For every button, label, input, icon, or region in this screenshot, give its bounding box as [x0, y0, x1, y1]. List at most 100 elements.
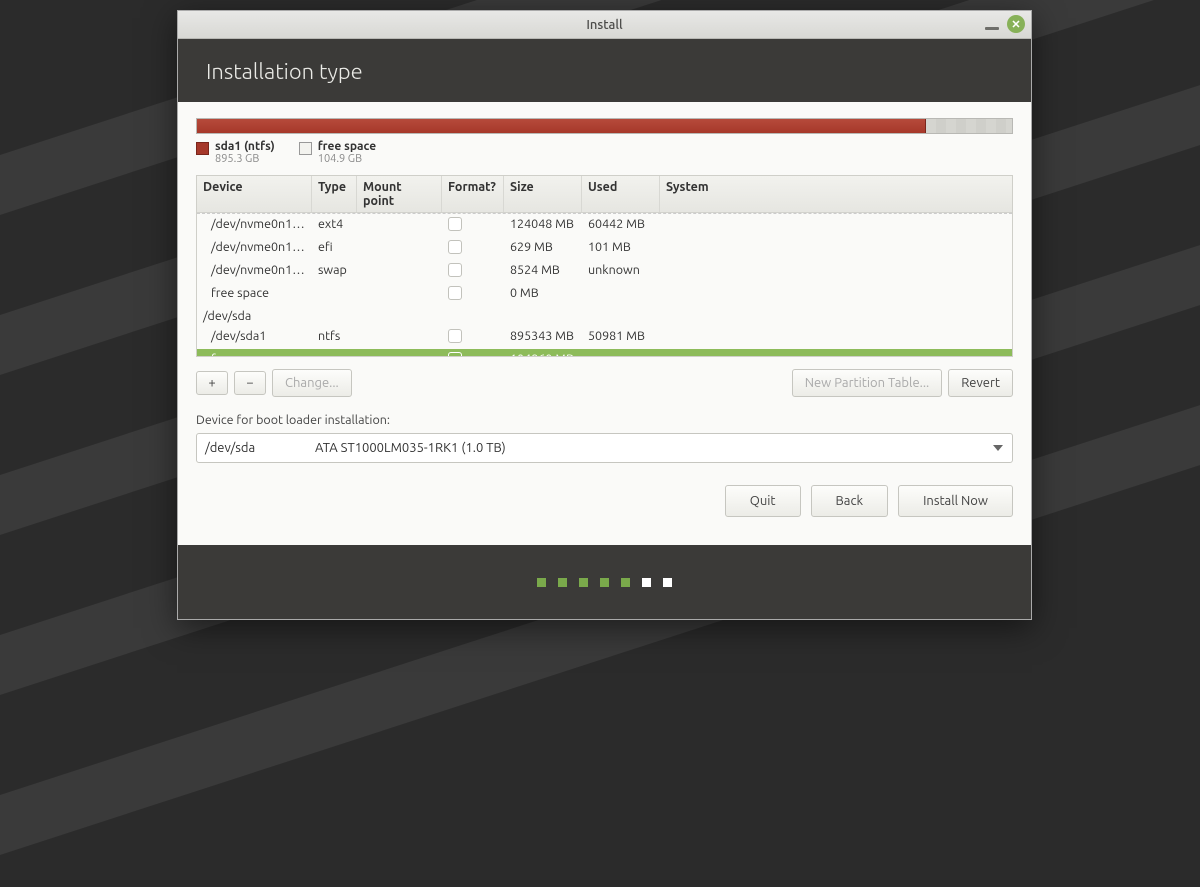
content-area: sda1 (ntfs) 895.3 GB free space 104.9 GB… — [178, 102, 1031, 545]
install-now-button[interactable]: Install Now — [898, 485, 1013, 517]
cell: free space — [197, 349, 312, 356]
disk-usage-bar — [196, 118, 1013, 134]
close-icon[interactable]: ✕ — [1007, 15, 1025, 33]
cell: 60442 MB — [582, 214, 660, 237]
cell: 101 MB — [582, 237, 660, 260]
nav-buttons: Quit Back Install Now — [196, 485, 1013, 517]
progress-dot — [558, 578, 567, 587]
cell — [312, 349, 357, 356]
legend-label: free space — [318, 140, 376, 153]
format-cell — [442, 326, 504, 349]
cell: ext4 — [312, 214, 357, 237]
cell: 895343 MB — [504, 326, 582, 349]
progress-dot — [600, 578, 609, 587]
table-header: Device Type Mount point Format? Size Use… — [197, 176, 1012, 213]
format-checkbox[interactable] — [448, 352, 462, 356]
minimize-icon[interactable] — [985, 27, 999, 30]
change-partition-button[interactable]: Change... — [272, 369, 352, 397]
format-cell — [442, 237, 504, 260]
col-type: Type — [312, 176, 357, 212]
new-partition-table-button[interactable]: New Partition Table... — [792, 369, 943, 397]
cell: free space — [197, 283, 312, 306]
back-button[interactable]: Back — [811, 485, 889, 517]
progress-dot — [663, 578, 672, 587]
cell: /dev/sda — [197, 306, 312, 326]
revert-button[interactable]: Revert — [948, 369, 1013, 397]
boot-desc: ATA ST1000LM035-1RK1 (1.0 TB) — [307, 441, 984, 455]
progress-dot — [537, 578, 546, 587]
progress-dot — [579, 578, 588, 587]
cell — [504, 306, 582, 326]
cell: ntfs — [312, 326, 357, 349]
table-row[interactable]: /dev/nvme0n1p8swap 8524 MBunknown — [197, 260, 1012, 283]
cell: 629 MB — [504, 237, 582, 260]
cell: 50981 MB — [582, 326, 660, 349]
cell — [312, 306, 357, 326]
table-row[interactable]: /dev/sda1ntfs 895343 MB50981 MB — [197, 326, 1012, 349]
col-size: Size — [504, 176, 582, 212]
cell — [660, 306, 1012, 326]
cell — [660, 260, 1012, 283]
add-partition-button[interactable]: + — [196, 371, 228, 395]
cell — [582, 349, 660, 356]
col-used: Used — [582, 176, 660, 212]
cell: efi — [312, 237, 357, 260]
cell — [660, 283, 1012, 306]
cell — [357, 326, 442, 349]
table-row[interactable]: /dev/nvme0n1p7ext4 124048 MB60442 MB — [197, 213, 1012, 237]
cell: swap — [312, 260, 357, 283]
cell — [357, 237, 442, 260]
col-system: System — [660, 176, 1012, 212]
format-cell — [442, 283, 504, 306]
boot-loader-select[interactable]: /dev/sda ATA ST1000LM035-1RK1 (1.0 TB) — [196, 433, 1013, 463]
format-cell — [442, 349, 504, 356]
cell: 104860 MB — [504, 349, 582, 356]
cell — [357, 214, 442, 237]
cell: 124048 MB — [504, 214, 582, 237]
boot-device: /dev/sda — [197, 441, 307, 455]
cell — [582, 306, 660, 326]
cell — [357, 260, 442, 283]
installer-window: Install ✕ Installation type sda1 (ntfs) … — [177, 10, 1032, 620]
table-row[interactable]: free space 104860 MB — [197, 349, 1012, 356]
cell — [660, 237, 1012, 260]
legend-size: 895.3 GB — [215, 153, 275, 165]
disk-legend: sda1 (ntfs) 895.3 GB free space 104.9 GB — [196, 140, 1013, 165]
cell: /dev/sda1 — [197, 326, 312, 349]
window-title: Install — [586, 18, 622, 32]
format-cell — [442, 214, 504, 237]
cell: /dev/nvme0n1p8 — [197, 260, 312, 283]
quit-button[interactable]: Quit — [725, 485, 801, 517]
cell — [660, 326, 1012, 349]
table-body[interactable]: /dev/nvme0n1p7ext4 124048 MB60442 MB/dev/… — [197, 213, 1012, 356]
page-title: Installation type — [178, 39, 1031, 102]
table-row[interactable]: /dev/nvme0n1p9efi629 MB101 MB — [197, 237, 1012, 260]
cell — [357, 283, 442, 306]
format-cell — [442, 306, 504, 326]
cell — [660, 214, 1012, 237]
legend-chip-icon — [299, 142, 312, 155]
partition-toolbar: + − Change... New Partition Table... Rev… — [196, 369, 1013, 397]
remove-partition-button[interactable]: − — [234, 371, 266, 395]
titlebar: Install ✕ — [178, 11, 1031, 39]
table-row[interactable]: free space 0 MB — [197, 283, 1012, 306]
progress-dot — [642, 578, 651, 587]
format-checkbox[interactable] — [448, 286, 462, 300]
cell — [312, 283, 357, 306]
table-row[interactable]: /dev/sda — [197, 306, 1012, 326]
chevron-down-icon — [984, 445, 1012, 451]
format-checkbox[interactable] — [448, 329, 462, 343]
cell: 0 MB — [504, 283, 582, 306]
format-checkbox[interactable] — [448, 263, 462, 277]
cell: 8524 MB — [504, 260, 582, 283]
disk-usage-used — [197, 119, 926, 133]
cell: unknown — [582, 260, 660, 283]
legend-label: sda1 (ntfs) — [215, 140, 275, 153]
col-format: Format? — [442, 176, 504, 212]
format-cell — [442, 260, 504, 283]
format-checkbox[interactable] — [448, 240, 462, 254]
progress-indicator — [178, 545, 1031, 619]
cell: /dev/nvme0n1p7 — [197, 214, 312, 237]
format-checkbox[interactable] — [448, 217, 462, 231]
legend-chip-icon — [196, 142, 209, 155]
